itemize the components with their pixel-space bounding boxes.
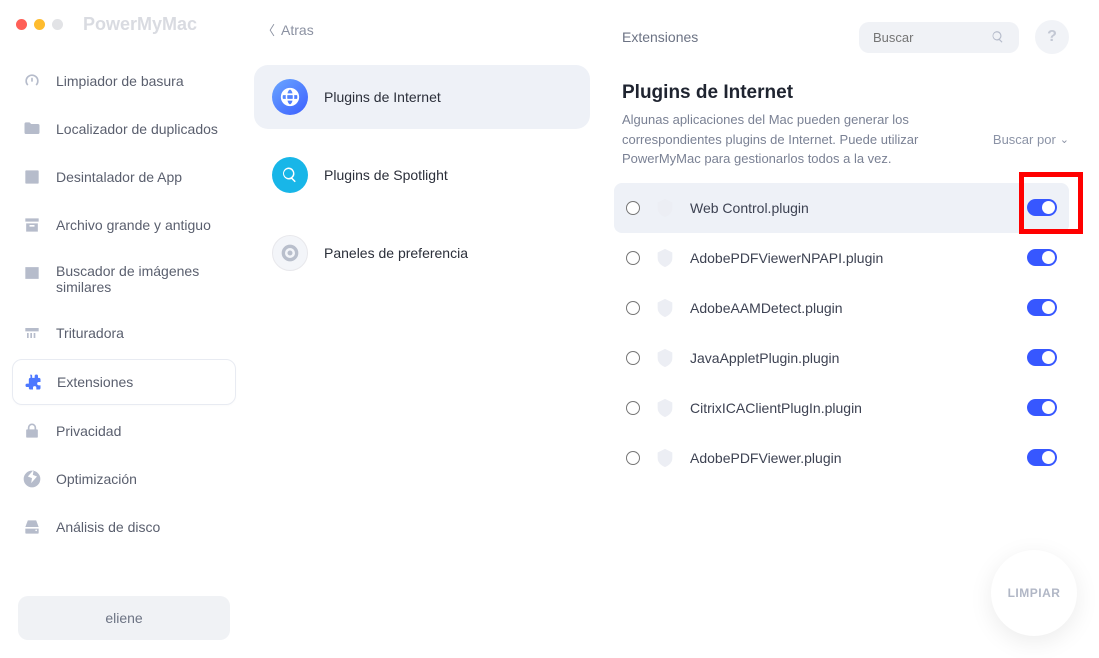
sidebar-item-label: Trituradora bbox=[56, 325, 124, 341]
category-spotlight-plugins[interactable]: Plugins de Spotlight bbox=[254, 143, 590, 207]
sidebar-item-large-old[interactable]: Archivo grande y antiguo bbox=[12, 203, 236, 247]
sidebar-item-label: Archivo grande y antiguo bbox=[56, 217, 211, 233]
app-icon bbox=[22, 167, 42, 187]
plugin-toggle[interactable] bbox=[1027, 449, 1057, 466]
plugin-name: AdobeAAMDetect.plugin bbox=[690, 300, 1013, 316]
window-controls[interactable] bbox=[16, 19, 63, 30]
sidebar-item-label: Análisis de disco bbox=[56, 519, 160, 535]
plugin-toggle[interactable] bbox=[1027, 399, 1057, 416]
sidebar-item-extensions[interactable]: Extensiones bbox=[12, 359, 236, 405]
sidebar-item-label: Extensiones bbox=[57, 374, 133, 390]
plugin-select-radio[interactable] bbox=[626, 351, 640, 365]
chevron-left-icon: 〈 bbox=[262, 20, 275, 39]
plugin-toggle[interactable] bbox=[1027, 299, 1057, 316]
preferences-icon bbox=[272, 235, 308, 271]
plugin-row[interactable]: Web Control.plugin bbox=[614, 183, 1069, 233]
image-icon bbox=[22, 263, 42, 283]
folder-icon bbox=[22, 119, 42, 139]
plugin-select-radio[interactable] bbox=[626, 451, 640, 465]
plugin-name: AdobePDFViewerNPAPI.plugin bbox=[690, 250, 1013, 266]
plugin-toggle[interactable] bbox=[1027, 349, 1057, 366]
shredder-icon bbox=[22, 323, 42, 343]
user-chip[interactable]: eliene bbox=[18, 596, 230, 640]
plugin-row[interactable]: AdobeAAMDetect.plugin bbox=[614, 283, 1069, 333]
archive-icon bbox=[22, 215, 42, 235]
sidebar-item-label: Limpiador de basura bbox=[56, 73, 184, 89]
sidebar-item-optimization[interactable]: Optimización bbox=[12, 457, 236, 501]
speed-icon bbox=[22, 469, 42, 489]
search-input[interactable] bbox=[873, 30, 981, 45]
back-button[interactable]: 〈 Atras bbox=[254, 10, 590, 65]
plugin-toggle[interactable] bbox=[1027, 249, 1057, 266]
back-label: Atras bbox=[281, 22, 314, 38]
globe-icon bbox=[272, 79, 308, 115]
search-icon bbox=[272, 157, 308, 193]
close-dot[interactable] bbox=[16, 19, 27, 30]
category-label: Paneles de preferencia bbox=[324, 245, 468, 261]
plugin-icon bbox=[654, 297, 676, 319]
plugin-name: Web Control.plugin bbox=[690, 200, 1013, 216]
plugin-select-radio[interactable] bbox=[626, 301, 640, 315]
help-button[interactable]: ? bbox=[1035, 20, 1069, 54]
sort-label: Buscar por bbox=[993, 132, 1056, 147]
plugin-icon bbox=[654, 347, 676, 369]
sidebar-item-disk[interactable]: Análisis de disco bbox=[12, 505, 236, 549]
search-box[interactable] bbox=[859, 22, 1019, 53]
maximize-dot[interactable] bbox=[52, 19, 63, 30]
plugin-icon bbox=[654, 247, 676, 269]
plugin-name: JavaAppletPlugin.plugin bbox=[690, 350, 1013, 366]
chevron-down-icon: ⌄ bbox=[1060, 133, 1069, 146]
plugin-row[interactable]: JavaAppletPlugin.plugin bbox=[614, 333, 1069, 383]
category-label: Plugins de Internet bbox=[324, 89, 441, 105]
page-description: Algunas aplicaciones del Mac pueden gene… bbox=[622, 110, 982, 169]
app-title: PowerMyMac bbox=[83, 14, 197, 35]
sidebar-item-label: Privacidad bbox=[56, 423, 121, 439]
sidebar-item-label: Optimización bbox=[56, 471, 137, 487]
plugin-icon bbox=[654, 447, 676, 469]
category-internet-plugins[interactable]: Plugins de Internet bbox=[254, 65, 590, 129]
sidebar-item-label: Desintalador de App bbox=[56, 169, 182, 185]
plugin-row[interactable]: AdobePDFViewerNPAPI.plugin bbox=[614, 233, 1069, 283]
sort-by-button[interactable]: Buscar por ⌄ bbox=[993, 82, 1069, 147]
plugin-select-radio[interactable] bbox=[626, 251, 640, 265]
search-icon bbox=[991, 30, 1005, 44]
clean-button[interactable]: LIMPIAR bbox=[991, 550, 1077, 636]
page-title: Plugins de Internet bbox=[622, 82, 982, 104]
plugin-toggle[interactable] bbox=[1027, 199, 1057, 216]
sidebar-item-label: Localizador de duplicados bbox=[56, 121, 218, 137]
extension-icon bbox=[23, 372, 43, 392]
disk-icon bbox=[22, 517, 42, 537]
plugin-row[interactable]: AdobePDFViewer.plugin bbox=[614, 433, 1069, 483]
plugin-select-radio[interactable] bbox=[626, 201, 640, 215]
sidebar-item-duplicates[interactable]: Localizador de duplicados bbox=[12, 107, 236, 151]
sidebar-item-label: Buscador de imágenes similares bbox=[56, 263, 226, 295]
sidebar-item-junk-cleaner[interactable]: Limpiador de basura bbox=[12, 59, 236, 103]
plugin-name: CitrixICAClientPlugIn.plugin bbox=[690, 400, 1013, 416]
section-heading: Extensiones bbox=[614, 29, 843, 45]
plugin-icon bbox=[654, 197, 676, 219]
category-preference-panes[interactable]: Paneles de preferencia bbox=[254, 221, 590, 285]
lock-icon bbox=[22, 421, 42, 441]
plugin-name: AdobePDFViewer.plugin bbox=[690, 450, 1013, 466]
sidebar-item-similar-images[interactable]: Buscador de imágenes similares bbox=[12, 251, 236, 307]
minimize-dot[interactable] bbox=[34, 19, 45, 30]
gauge-icon bbox=[22, 71, 42, 91]
plugin-row[interactable]: CitrixICAClientPlugIn.plugin bbox=[614, 383, 1069, 433]
sidebar-item-shredder[interactable]: Trituradora bbox=[12, 311, 236, 355]
category-label: Plugins de Spotlight bbox=[324, 167, 448, 183]
plugin-icon bbox=[654, 397, 676, 419]
plugin-select-radio[interactable] bbox=[626, 401, 640, 415]
sidebar-item-privacy[interactable]: Privacidad bbox=[12, 409, 236, 453]
sidebar-item-uninstaller[interactable]: Desintalador de App bbox=[12, 155, 236, 199]
